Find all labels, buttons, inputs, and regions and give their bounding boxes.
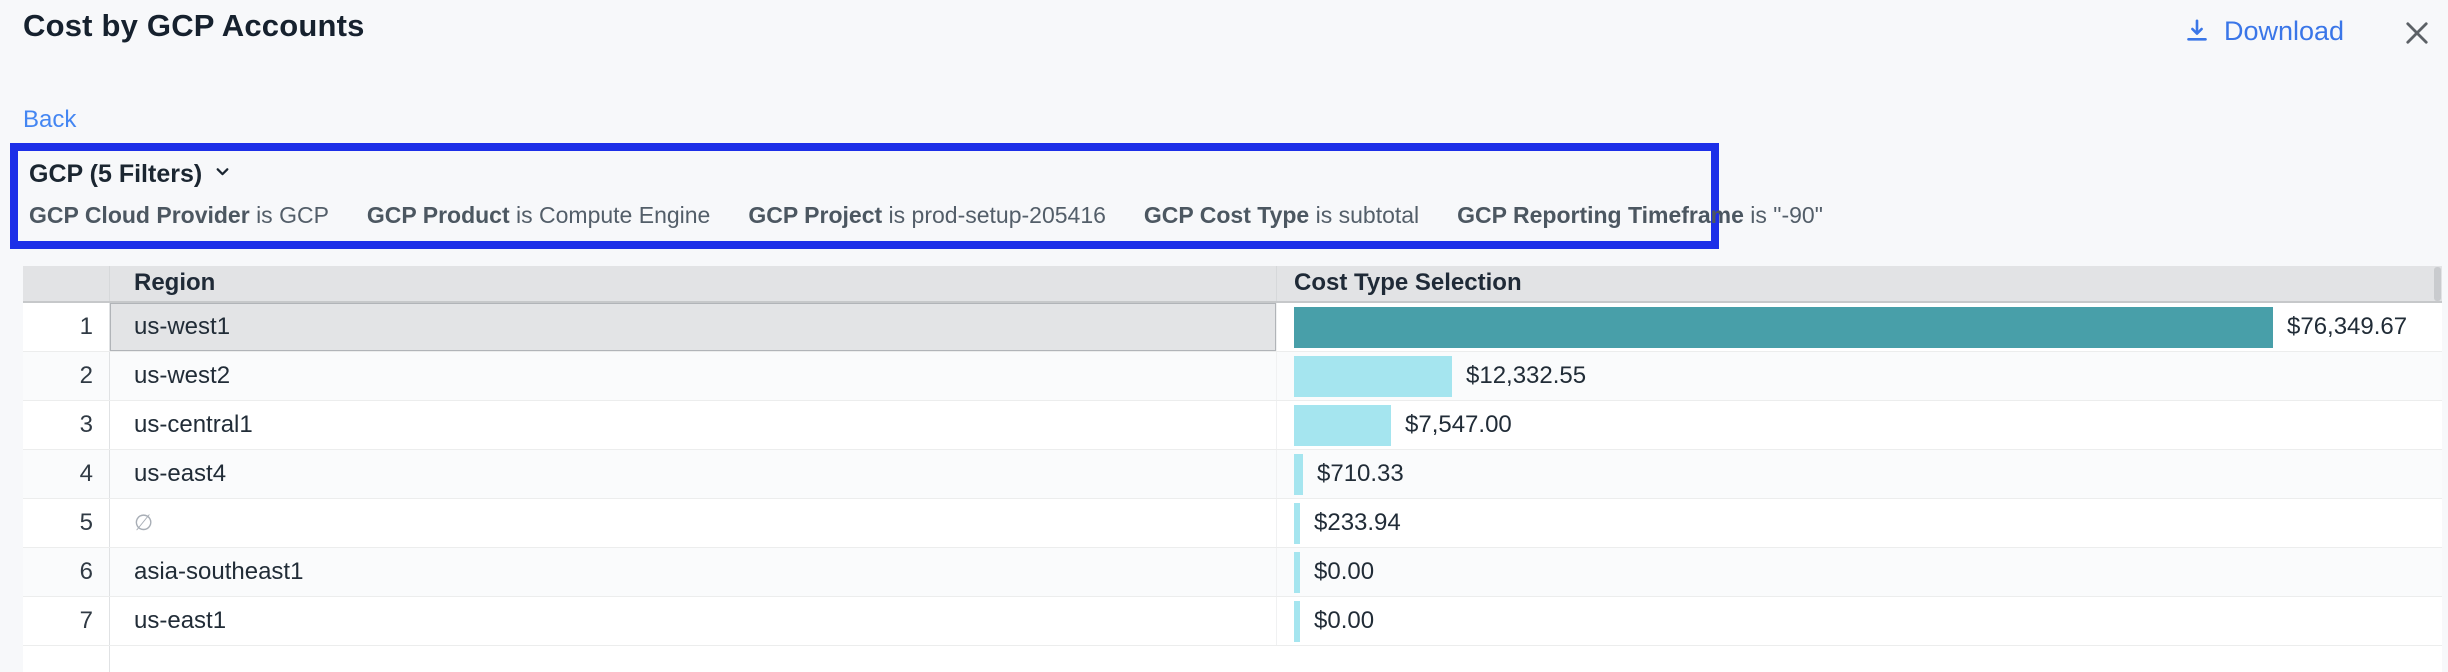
table-header: Region Cost Type Selection <box>23 266 2442 303</box>
cost-value: $12,332.55 <box>1466 362 1586 390</box>
cost-bar <box>1294 405 1391 446</box>
back-link[interactable]: Back <box>23 106 76 134</box>
cost-value: $233.94 <box>1314 509 1401 537</box>
region-cell[interactable]: ∅ <box>110 499 1276 547</box>
row-number: 5 <box>23 499 110 547</box>
cost-bar <box>1294 454 1303 495</box>
row-number: 1 <box>23 303 110 351</box>
table-filler-row <box>23 646 2442 672</box>
region-cell[interactable]: us-central1 <box>110 401 1276 449</box>
cost-bar <box>1294 356 1452 397</box>
cost-value: $0.00 <box>1314 607 1374 635</box>
close-button[interactable] <box>2400 16 2434 50</box>
region-cell[interactable]: us-west2 <box>110 352 1276 400</box>
region-cell[interactable]: asia-southeast1 <box>110 548 1276 596</box>
filter-panel: GCP (5 Filters) GCP Cloud Provider is GC… <box>10 143 1719 249</box>
filter-summary-toggle[interactable]: GCP (5 Filters) <box>29 160 233 189</box>
cost-bar <box>1294 307 2273 348</box>
table-row[interactable]: 2 us-west2 $12,332.55 <box>23 352 2442 401</box>
table-row[interactable]: 3 us-central1 $7,547.00 <box>23 401 2442 450</box>
region-column-header[interactable]: Region <box>110 266 1276 301</box>
filter-item: GCP Cost Type is subtotal <box>1144 202 1419 229</box>
filter-item: GCP Product is Compute Engine <box>367 202 710 229</box>
table-row[interactable]: 7 us-east1 $0.00 <box>23 597 2442 646</box>
filter-item: GCP Reporting Timeframe is "-90" <box>1457 202 1823 229</box>
filter-summary-label: GCP (5 Filters) <box>29 160 202 189</box>
chevron-down-icon <box>212 160 233 189</box>
filter-item: GCP Cloud Provider is GCP <box>29 202 329 229</box>
cost-table: Region Cost Type Selection 1 us-west1 $7… <box>23 266 2442 672</box>
row-number: 6 <box>23 548 110 596</box>
scrollbar[interactable] <box>2434 267 2441 301</box>
cost-bar <box>1294 503 1300 544</box>
region-cell[interactable]: us-east1 <box>110 597 1276 645</box>
download-label: Download <box>2224 16 2344 47</box>
download-button[interactable]: Download <box>2182 16 2344 47</box>
row-number: 4 <box>23 450 110 498</box>
table-row[interactable]: 5 ∅ $233.94 <box>23 499 2442 548</box>
row-number: 7 <box>23 597 110 645</box>
table-body: 1 us-west1 $76,349.67 2 us-west2 $12,332… <box>23 303 2442 646</box>
table-row[interactable]: 4 us-east4 $710.33 <box>23 450 2442 499</box>
region-cell[interactable]: us-east4 <box>110 450 1276 498</box>
cost-value: $0.00 <box>1314 558 1374 586</box>
table-row[interactable]: 1 us-west1 $76,349.67 <box>23 303 2442 352</box>
region-cell[interactable]: us-west1 <box>110 303 1276 351</box>
filter-item: GCP Project is prod-setup-205416 <box>748 202 1106 229</box>
page-title: Cost by GCP Accounts <box>23 8 365 44</box>
cost-value: $76,349.67 <box>2287 313 2407 341</box>
modal: Cost by GCP Accounts Download Back GCP (… <box>0 0 2448 672</box>
cost-value: $710.33 <box>1317 460 1404 488</box>
row-number: 2 <box>23 352 110 400</box>
cost-bar <box>1294 601 1300 642</box>
cost-column-header[interactable]: Cost Type Selection <box>1276 266 2442 301</box>
row-number: 3 <box>23 401 110 449</box>
row-number-header <box>23 266 110 301</box>
filter-item-list: GCP Cloud Provider is GCP GCP Product is… <box>29 202 1711 229</box>
table-row[interactable]: 6 asia-southeast1 $0.00 <box>23 548 2442 597</box>
download-icon <box>2182 17 2212 47</box>
cost-value: $7,547.00 <box>1405 411 1512 439</box>
cost-bar <box>1294 552 1300 593</box>
